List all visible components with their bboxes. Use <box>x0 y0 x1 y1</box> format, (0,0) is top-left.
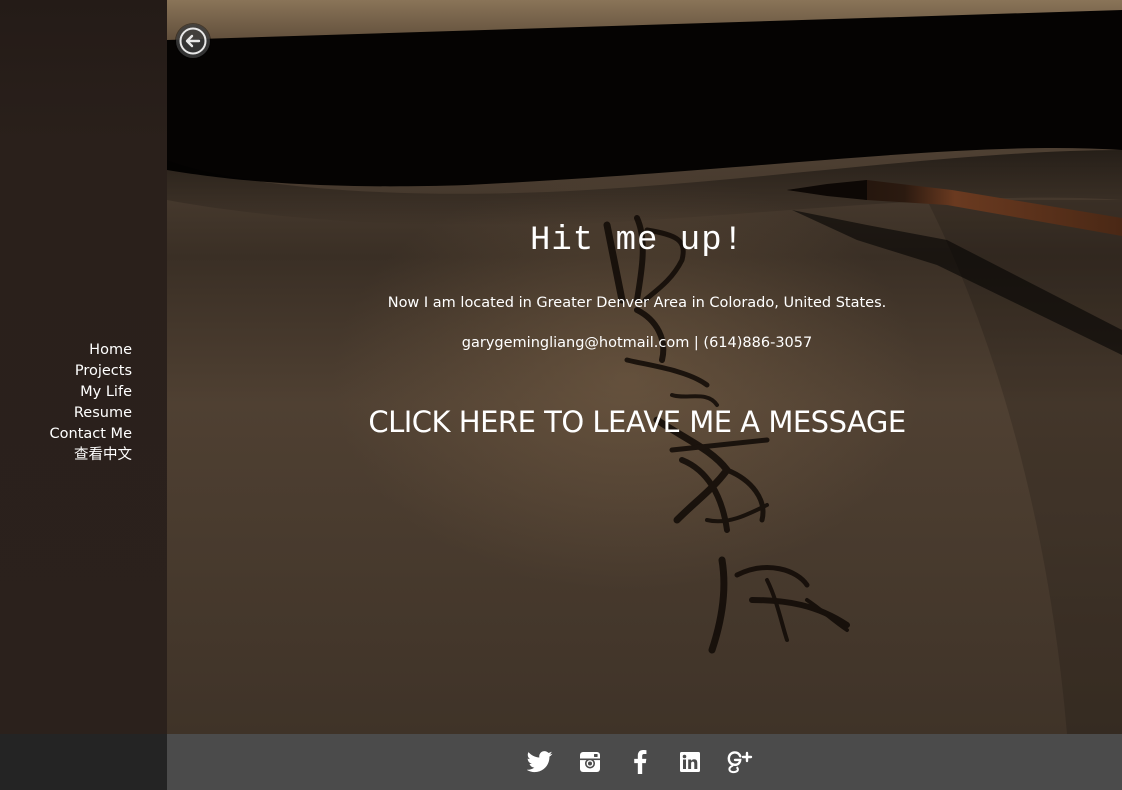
twitter-link[interactable] <box>515 744 565 780</box>
google-plus-icon <box>727 751 752 774</box>
contact-info: garygemingliang@hotmail.com | (614)886-3… <box>461 335 813 351</box>
footer <box>167 734 1122 790</box>
leave-message-link[interactable]: CLICK HERE TO LEAVE ME A MESSAGE <box>167 405 1107 439</box>
social-links <box>515 744 765 780</box>
nav-item-home[interactable]: Home <box>50 340 132 361</box>
instagram-link[interactable] <box>565 744 615 780</box>
facebook-icon <box>633 750 646 774</box>
page: Home Projects My Life Resume Contact Me … <box>0 0 1122 790</box>
nav-item-contact-me[interactable]: Contact Me <box>50 424 132 445</box>
nav-item-resume[interactable]: Resume <box>50 403 132 424</box>
instagram-icon <box>579 752 600 772</box>
linkedin-link[interactable] <box>665 744 715 780</box>
facebook-link[interactable] <box>615 744 665 780</box>
footer-left <box>0 734 167 790</box>
sidebar: Home Projects My Life Resume Contact Me … <box>0 0 167 734</box>
location-text: Now I am located in Greater Denver Area … <box>387 295 887 311</box>
nav-item-chinese-version[interactable]: 查看中文 <box>50 445 132 466</box>
nav-item-projects[interactable]: Projects <box>50 361 132 382</box>
contact-section: Hit me up! Now I am located in Greater D… <box>167 0 1122 734</box>
twitter-icon <box>526 751 552 773</box>
nav-item-my-life[interactable]: My Life <box>50 382 132 403</box>
sidebar-nav: Home Projects My Life Resume Contact Me … <box>50 340 132 466</box>
page-title: Hit me up! <box>529 222 745 260</box>
linkedin-icon <box>679 752 700 772</box>
google-plus-link[interactable] <box>715 744 765 780</box>
